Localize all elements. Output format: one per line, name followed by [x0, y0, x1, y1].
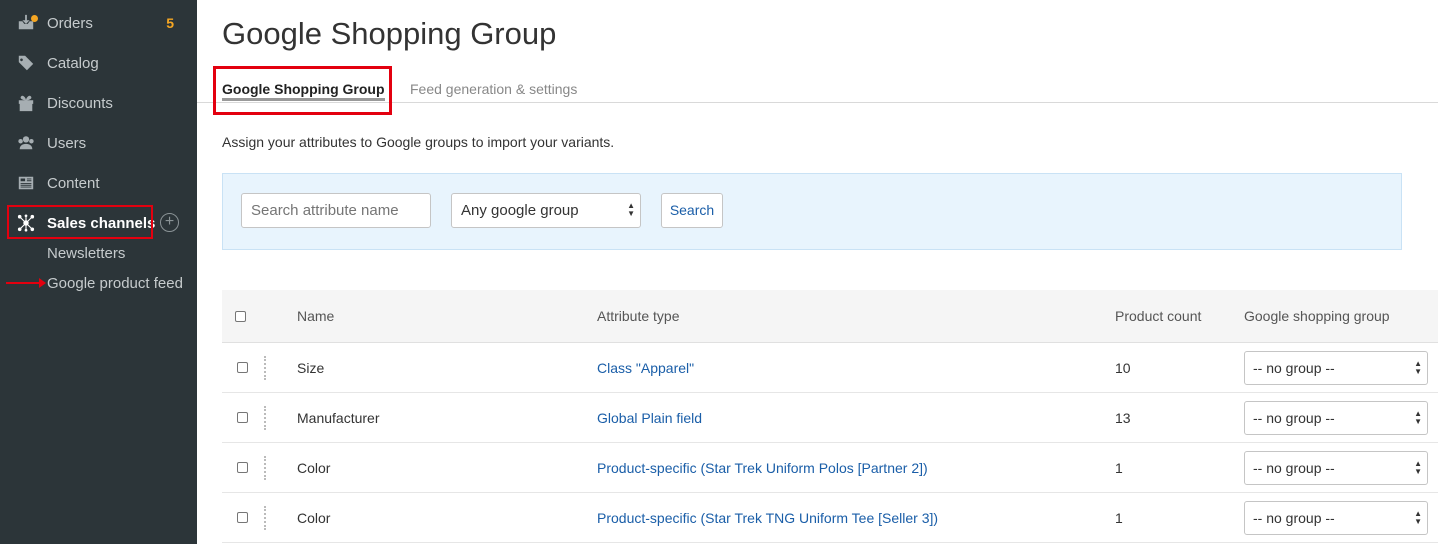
- table-row: Color Product-specific (Star Trek Unifor…: [222, 443, 1438, 493]
- highlight-annotation: [213, 66, 392, 115]
- highlight-annotation: [7, 205, 153, 239]
- sidebar-subitem-google-product-feed[interactable]: Google product feed: [47, 275, 183, 292]
- row-checkbox[interactable]: [237, 362, 248, 373]
- table-row: Manufacturer Global Plain field 13 -- no…: [222, 393, 1438, 443]
- select-value: -- no group --: [1253, 510, 1335, 526]
- attribute-name: Color: [297, 460, 331, 476]
- column-header-google-group[interactable]: Google shopping group: [1244, 308, 1390, 324]
- product-count: 13: [1115, 410, 1131, 426]
- column-header-attribute-type[interactable]: Attribute type: [597, 308, 680, 324]
- drag-handle-icon[interactable]: [264, 356, 266, 380]
- sidebar-item-catalog[interactable]: Catalog: [0, 43, 197, 83]
- product-count: 1: [1115, 510, 1123, 526]
- sidebar-item-discounts[interactable]: Discounts: [0, 83, 197, 123]
- users-icon: [16, 133, 36, 153]
- sidebar-item-label: Orders: [47, 14, 93, 32]
- table-row: Color Product-specific (Star Trek TNG Un…: [222, 493, 1438, 543]
- google-group-select[interactable]: -- no group -- ▲ ▼: [1244, 401, 1428, 435]
- select-arrows-icon: ▲ ▼: [1414, 409, 1422, 426]
- orders-icon: [16, 13, 38, 33]
- table-header: Name Attribute type Product count Google…: [222, 290, 1438, 343]
- sidebar-item-label: Content: [47, 174, 100, 192]
- attribute-name: Manufacturer: [297, 410, 380, 426]
- attribute-type-link[interactable]: Class "Apparel": [597, 360, 694, 376]
- attribute-type-link[interactable]: Product-specific (Star Trek Uniform Polo…: [597, 460, 928, 476]
- sidebar: Orders 5 Catalog Discounts Users Content…: [0, 0, 197, 544]
- google-group-select[interactable]: -- no group -- ▲ ▼: [1244, 501, 1428, 535]
- attribute-name: Color: [297, 510, 331, 526]
- select-arrows-icon: ▲ ▼: [1414, 509, 1422, 526]
- select-all-checkbox[interactable]: [235, 311, 246, 322]
- google-group-select[interactable]: -- no group -- ▲ ▼: [1244, 451, 1428, 485]
- select-value: -- no group --: [1253, 410, 1335, 426]
- arrow-annotation: [6, 278, 46, 288]
- gift-icon: [16, 93, 36, 113]
- product-count: 1: [1115, 460, 1123, 476]
- row-checkbox[interactable]: [237, 412, 248, 423]
- product-count: 10: [1115, 360, 1131, 376]
- select-value: -- no group --: [1253, 360, 1335, 376]
- table-row: Size Class "Apparel" 10 -- no group -- ▲…: [222, 343, 1438, 393]
- page-title: Google Shopping Group: [222, 16, 557, 51]
- select-arrows-icon: ▲ ▼: [1414, 359, 1422, 376]
- search-button[interactable]: Search: [661, 193, 723, 228]
- sidebar-item-label: Users: [47, 134, 87, 152]
- sidebar-item-label: Discounts: [47, 94, 113, 112]
- row-checkbox[interactable]: [237, 512, 248, 523]
- column-header-product-count[interactable]: Product count: [1115, 308, 1201, 324]
- main-content: Google Shopping Group Google Shopping Gr…: [197, 0, 1438, 544]
- drag-handle-icon[interactable]: [264, 506, 266, 530]
- google-group-select[interactable]: -- no group -- ▲ ▼: [1244, 351, 1428, 385]
- sidebar-item-orders[interactable]: Orders 5: [0, 3, 197, 43]
- sidebar-subitem-newsletters[interactable]: Newsletters: [47, 245, 125, 262]
- search-panel: Any google group ▲▼ Search: [222, 173, 1402, 250]
- select-arrows-icon: ▲ ▼: [1414, 459, 1422, 476]
- drag-handle-icon[interactable]: [264, 406, 266, 430]
- tab-feed-generation-settings[interactable]: Feed generation & settings: [410, 81, 577, 97]
- notification-dot: [31, 15, 38, 22]
- intro-text: Assign your attributes to Google groups …: [222, 134, 615, 150]
- sidebar-item-label: Catalog: [47, 54, 99, 72]
- sidebar-item-content[interactable]: Content: [0, 163, 197, 203]
- drag-handle-icon[interactable]: [264, 456, 266, 480]
- sidebar-item-users[interactable]: Users: [0, 123, 197, 163]
- search-input[interactable]: [241, 193, 431, 228]
- select-value: Any google group: [461, 202, 579, 219]
- tag-icon: [16, 53, 36, 73]
- google-group-filter-select[interactable]: Any google group ▲ ▼: [451, 193, 641, 228]
- newspaper-icon: [16, 173, 36, 193]
- select-value: -- no group --: [1253, 460, 1335, 476]
- attribute-name: Size: [297, 360, 325, 376]
- column-header-name[interactable]: Name: [297, 308, 334, 324]
- add-sales-channel-button[interactable]: +: [160, 213, 179, 232]
- attribute-type-link[interactable]: Product-specific (Star Trek TNG Uniform …: [597, 510, 938, 526]
- select-arrows-icon: ▲ ▼: [627, 201, 635, 218]
- attribute-type-link[interactable]: Global Plain field: [597, 410, 702, 426]
- orders-count-badge: 5: [166, 15, 174, 31]
- row-checkbox[interactable]: [237, 462, 248, 473]
